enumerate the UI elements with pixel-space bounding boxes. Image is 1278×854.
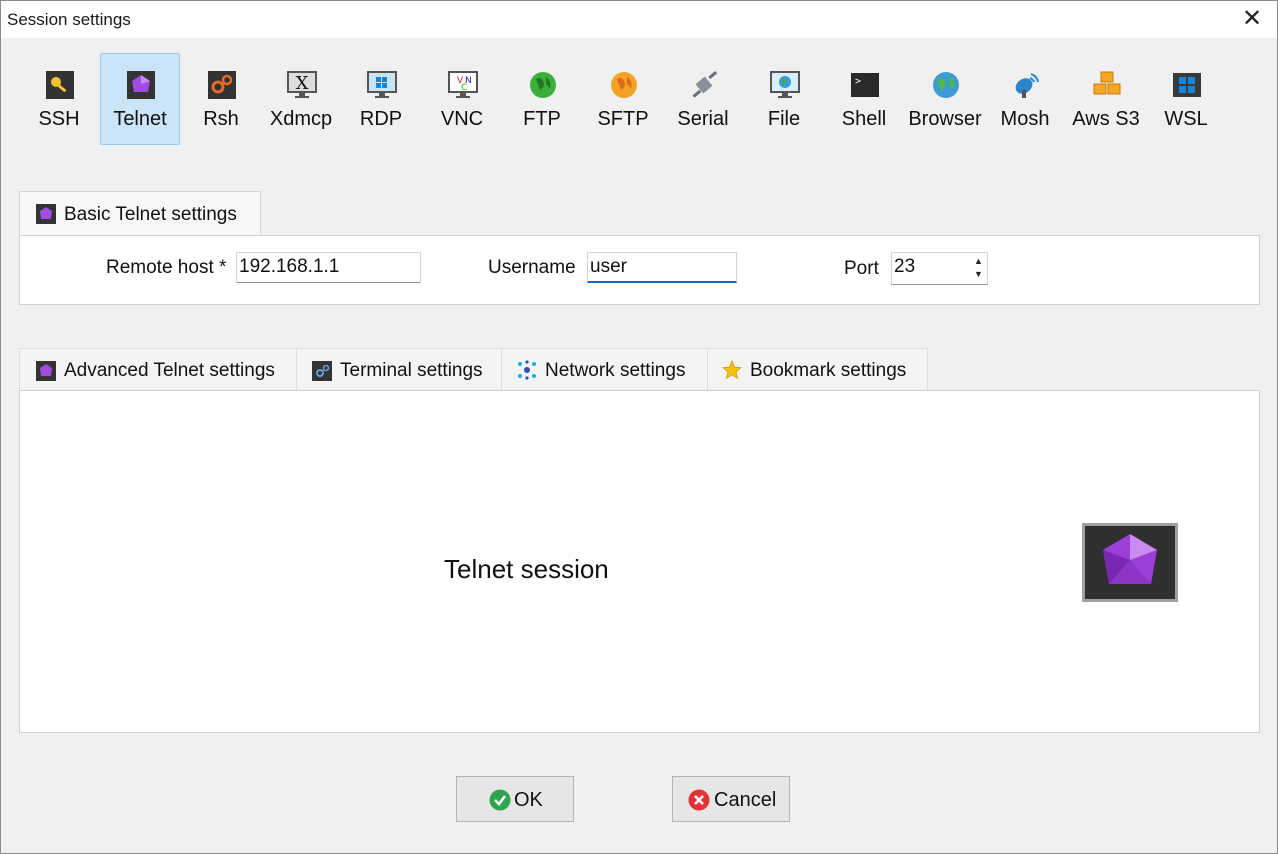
telnet-gem-icon <box>127 71 155 99</box>
tab-content-panel: Telnet session <box>19 390 1260 733</box>
tool-sftp[interactable]: SFTP <box>583 53 663 145</box>
xdmcp-monitor-icon: X <box>287 71 317 98</box>
cancel-button[interactable]: Cancel <box>672 776 790 822</box>
tool-vnc[interactable]: V N C VNC <box>422 53 502 145</box>
tool-label: SSH <box>38 108 80 130</box>
tab-label: Advanced Telnet settings <box>64 360 275 381</box>
spin-down-button[interactable]: ▼ <box>974 269 984 279</box>
mosh-satellite-icon <box>1015 73 1039 98</box>
svg-text:>: > <box>855 76 861 87</box>
tab-label: Terminal settings <box>340 360 483 381</box>
rsh-gears-icon <box>208 71 236 99</box>
svg-text:C: C <box>461 83 467 93</box>
tool-label: Xdmcp <box>269 108 333 130</box>
window-title: Session settings <box>7 10 131 29</box>
tool-label: Serial <box>677 108 729 130</box>
telnet-gem-large-graphic <box>1103 534 1157 584</box>
tool-rdp[interactable]: RDP <box>341 53 421 145</box>
tool-mosh[interactable]: Mosh <box>985 53 1065 145</box>
tool-label: RDP <box>359 108 403 130</box>
tool-serial[interactable]: Serial <box>663 53 743 145</box>
tool-telnet[interactable]: Telnet <box>100 53 180 145</box>
tool-label: Browser <box>908 108 982 130</box>
shell-terminal-icon: > <box>851 73 879 97</box>
tab-label: Network settings <box>545 360 686 381</box>
tool-label: FTP <box>523 108 561 130</box>
session-settings-dialog: Session settings ✕ SSH Telnet Rsh X Xdmc… <box>0 0 1278 854</box>
tool-wsl[interactable]: WSL <box>1146 53 1226 145</box>
tool-label: Aws S3 <box>1072 108 1140 130</box>
tool-browser[interactable]: Browser <box>905 53 985 145</box>
cancel-label: Cancel <box>714 789 777 811</box>
svg-text:X: X <box>296 73 309 94</box>
tool-ssh[interactable]: SSH <box>19 53 99 145</box>
tool-label: Shell <box>841 108 887 130</box>
aws-s3-cubes-icon <box>1093 71 1121 95</box>
network-dots-icon <box>518 360 536 380</box>
tool-xdmcp[interactable]: X Xdmcp <box>261 53 341 145</box>
telnet-gem-icon <box>36 204 56 224</box>
username-input[interactable]: user <box>587 252 737 283</box>
telnet-gem-icon <box>1082 523 1178 602</box>
telnet-gem-icon <box>36 361 56 381</box>
tool-label: VNC <box>440 108 484 130</box>
settings-tabs: Advanced Telnet settings Terminal settin… <box>19 348 929 391</box>
tool-label: Rsh <box>203 108 239 130</box>
wsl-windows-icon <box>1173 73 1201 97</box>
close-button[interactable]: ✕ <box>1237 7 1267 33</box>
tab-network-settings[interactable]: Network settings <box>501 348 708 391</box>
tool-label: Telnet <box>113 108 167 130</box>
port-spinbox[interactable]: 23 ▲ ▼ <box>891 252 988 285</box>
ftp-globe-icon <box>530 72 556 98</box>
tool-shell[interactable]: > Shell <box>824 53 904 145</box>
tab-label: Basic Telnet settings <box>64 204 237 225</box>
basic-settings-panel: Remote host * 192.168.1.1 Username user … <box>19 235 1260 305</box>
tool-rsh[interactable]: Rsh <box>181 53 261 145</box>
rdp-monitor-icon <box>367 71 397 98</box>
username-label: Username <box>488 257 576 278</box>
ok-button[interactable]: OK <box>456 776 574 822</box>
terminal-gears-icon <box>312 361 332 381</box>
remote-host-label: Remote host * <box>106 257 227 278</box>
star-icon <box>722 360 742 380</box>
tool-label: WSL <box>1164 108 1208 130</box>
serial-plug-icon <box>692 71 718 98</box>
file-monitor-icon <box>770 71 800 98</box>
tab-advanced-telnet-settings[interactable]: Advanced Telnet settings <box>19 348 297 391</box>
browser-globe-icon <box>933 72 959 98</box>
tab-terminal-settings[interactable]: Terminal settings <box>296 348 502 391</box>
session-type-text: Telnet session <box>444 554 609 584</box>
tab-basic-telnet-settings[interactable]: Basic Telnet settings <box>19 191 261 237</box>
tool-label: SFTP <box>597 108 649 130</box>
cancel-x-icon <box>688 789 710 811</box>
key-icon <box>46 71 74 99</box>
tool-ftp[interactable]: FTP <box>502 53 582 145</box>
vnc-monitor-icon: V N C <box>448 71 478 98</box>
port-label: Port <box>844 258 879 279</box>
ok-label: OK <box>514 789 543 811</box>
session-type-toolbar: SSH Telnet Rsh X Xdmcp RDP V N C VNC FTP… <box>19 53 1239 145</box>
tool-label: File <box>767 108 801 130</box>
tab-label: Bookmark settings <box>750 360 907 381</box>
tab-bookmark-settings[interactable]: Bookmark settings <box>707 348 928 391</box>
tool-label: Mosh <box>1000 108 1050 130</box>
title-bar: Session settings ✕ <box>1 1 1277 38</box>
remote-host-input[interactable]: 192.168.1.1 <box>236 252 421 283</box>
check-icon <box>489 789 511 811</box>
spin-up-button[interactable]: ▲ <box>974 256 984 266</box>
tool-file[interactable]: File <box>744 53 824 145</box>
tool-aws-s3[interactable]: Aws S3 <box>1066 53 1146 145</box>
sftp-globe-icon <box>611 72 637 98</box>
